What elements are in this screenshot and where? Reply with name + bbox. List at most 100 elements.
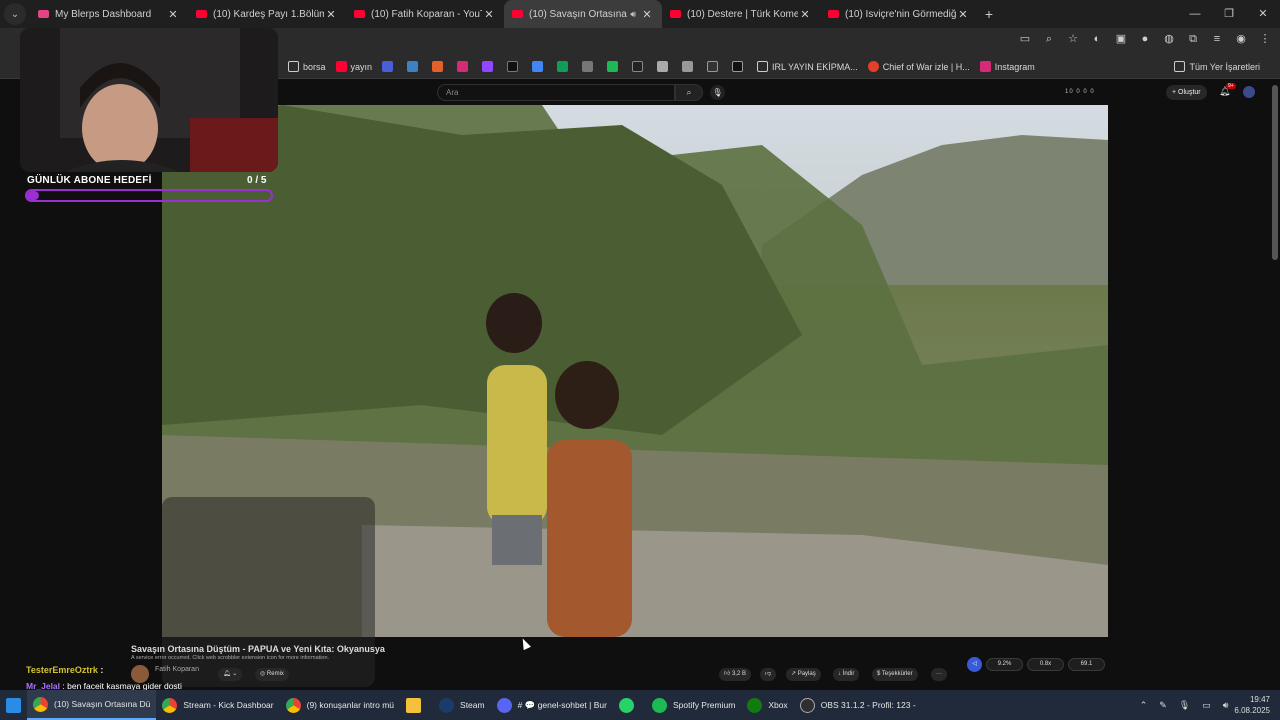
- chrome-icon: [162, 697, 178, 713]
- child-figure-1: [486, 293, 547, 565]
- zoom-icon[interactable]: ⌕: [1042, 32, 1056, 46]
- taskbar-item-chrome-2[interactable]: Stream - Kick Dashboar: [156, 690, 279, 720]
- chrome-icon: [285, 697, 301, 713]
- extension-error-text: A service error occurred. Click web scro…: [131, 655, 330, 661]
- search-input[interactable]: Ara: [437, 84, 675, 101]
- bookmark-x[interactable]: [507, 61, 522, 72]
- search-icon[interactable]: ⌕: [675, 84, 703, 101]
- taskbar-label: Stream - Kick Dashboar: [183, 700, 274, 710]
- bookmark-app-6[interactable]: [632, 61, 647, 72]
- bookmark-app-2[interactable]: [407, 61, 422, 72]
- bookmark-instagram-1[interactable]: [457, 61, 472, 72]
- tab-title: (10) Savaşın Ortasına Düştü: [529, 8, 630, 20]
- bookmark-docs[interactable]: [532, 61, 547, 72]
- close-icon[interactable]: ✕: [798, 8, 812, 21]
- browser-tab-kardes-payi[interactable]: (10) Kardeş Payı 1.Bölüm (Bipsiz ✕: [188, 0, 346, 28]
- taskbar-item-chrome-1[interactable]: (10) Savaşın Ortasına Dü: [27, 690, 157, 720]
- bookmark-app-10[interactable]: [732, 61, 747, 72]
- share-button[interactable]: ↗ Paylaş: [786, 668, 821, 681]
- bookmark-app-3[interactable]: [432, 61, 447, 72]
- taskbar-item-whatsapp[interactable]: [613, 690, 646, 720]
- browser-tab-isvicre[interactable]: (10) İsviçre'nin Görmediğiniz Yü ✕: [820, 0, 978, 28]
- taskbar-item-discord[interactable]: # 💬 genel-sohbet | Bur: [491, 690, 613, 720]
- like-button[interactable]: 👍︎ 3,2 B: [719, 668, 751, 681]
- taskbar-item-spotify[interactable]: Spotify Premium: [646, 690, 741, 720]
- cast-icon[interactable]: ▭: [1018, 32, 1032, 46]
- bell-icon[interactable]: 🔔︎ ⌄: [218, 668, 243, 681]
- display-icon[interactable]: ▭: [1202, 700, 1211, 711]
- microphone-icon[interactable]: 🎙︎: [710, 85, 725, 100]
- close-icon[interactable]: ✕: [324, 8, 338, 21]
- bookmark-irl-yayin[interactable]: IRL YAYIN EKİPMA...: [757, 61, 858, 72]
- bookmark-sheets[interactable]: [557, 61, 572, 72]
- extension-icon-3[interactable]: ●: [1138, 32, 1152, 46]
- dislike-button[interactable]: 👎︎: [760, 668, 777, 681]
- close-icon[interactable]: ✕: [482, 8, 496, 21]
- instagram-icon: [457, 61, 469, 72]
- taskbar-item-xbox[interactable]: Xbox: [741, 690, 793, 720]
- remix-label: Remix: [266, 671, 284, 677]
- clock[interactable]: 19:47 6.08.2025: [1234, 694, 1270, 716]
- pen-icon[interactable]: ✎: [1159, 700, 1167, 711]
- browser-tab-destere[interactable]: (10) Destere | Türk Komedi Filmi ✕: [662, 0, 820, 28]
- remix-button[interactable]: ◎ Remix: [255, 668, 289, 681]
- more-button[interactable]: ···: [931, 668, 947, 681]
- bookmark-app-5[interactable]: [607, 61, 622, 72]
- download-button[interactable]: ↓ İndir: [833, 668, 860, 681]
- youtube-icon: [828, 10, 839, 18]
- profile-icon[interactable]: ◉: [1234, 32, 1248, 46]
- media-icon[interactable]: ≡: [1210, 32, 1224, 46]
- start-button[interactable]: [0, 690, 27, 720]
- new-tab-button[interactable]: +: [978, 6, 1000, 22]
- browser-tab-blerps[interactable]: My Blerps Dashboard ✕: [30, 0, 188, 28]
- page-scrollbar[interactable]: [1272, 85, 1278, 260]
- volume-icon[interactable]: 🔊︎: [1223, 700, 1229, 711]
- close-window-icon[interactable]: ✕: [1246, 0, 1280, 28]
- extension-icon-2[interactable]: ▣: [1114, 32, 1128, 46]
- channel-name[interactable]: Fatih Koparan: [155, 666, 199, 673]
- taskbar-item-chrome-3[interactable]: (9) konuşanlar intro mü: [280, 690, 400, 720]
- bookmark-app-1[interactable]: [382, 61, 397, 72]
- create-button[interactable]: + Oluştur: [1166, 85, 1207, 100]
- star-icon[interactable]: ☆: [1066, 32, 1080, 46]
- steam-icon: [439, 697, 455, 713]
- bookmark-chief-of-war[interactable]: Chief of War izle | H...: [867, 61, 970, 72]
- extension-icon-1[interactable]: ◐: [1090, 32, 1104, 46]
- taskbar-item-steam[interactable]: Steam: [433, 690, 491, 720]
- discord-icon: [496, 697, 512, 713]
- spotify-icon: [651, 697, 667, 713]
- close-icon[interactable]: ✕: [640, 8, 654, 21]
- bookmark-twitch[interactable]: [482, 61, 497, 72]
- screen: ⌄ My Blerps Dashboard ✕ (10) Kardeş Payı…: [0, 0, 1280, 720]
- speaker-icon[interactable]: 🔊︎: [630, 9, 636, 20]
- goal-target: 5: [260, 175, 267, 186]
- taskbar-item-obs[interactable]: OBS 31.1.2 - Profil: 123 -: [794, 690, 922, 720]
- notification-badge: 9+: [1226, 83, 1236, 89]
- close-icon[interactable]: ✕: [166, 8, 180, 21]
- all-bookmarks-button[interactable]: Tüm Yer İşaretleri: [1174, 61, 1260, 72]
- puzzle-icon[interactable]: ⧉: [1186, 32, 1200, 46]
- chevron-up-icon[interactable]: ⌃: [1140, 700, 1148, 711]
- clock-time: 19:47: [1249, 695, 1270, 704]
- browser-tab-savasin-ortasina[interactable]: (10) Savaşın Ortasına Düştü 🔊︎ ✕: [504, 0, 662, 28]
- taskbar-item-explorer[interactable]: [400, 690, 433, 720]
- bookmark-app-7[interactable]: [657, 61, 672, 72]
- bookmark-borsa[interactable]: borsa: [288, 61, 326, 72]
- minimize-icon[interactable]: —: [1178, 0, 1212, 28]
- tab-search-button[interactable]: ⌄: [4, 3, 26, 25]
- stat-pill: 0.8x: [1027, 658, 1064, 671]
- bookmark-app-9[interactable]: [707, 61, 722, 72]
- thanks-button[interactable]: $ Teşekkürler: [872, 668, 918, 681]
- bookmark-app-8[interactable]: [682, 61, 697, 72]
- extension-icon-4[interactable]: ◍: [1162, 32, 1176, 46]
- bookmark-yayin[interactable]: yayın: [335, 61, 372, 72]
- app-icon-9: [707, 61, 719, 72]
- bookmark-app-4[interactable]: [582, 61, 597, 72]
- restore-icon[interactable]: ❐: [1212, 0, 1246, 28]
- close-icon[interactable]: ✕: [956, 8, 970, 21]
- avatar[interactable]: [1243, 86, 1255, 98]
- menu-icon[interactable]: ⋮: [1258, 32, 1272, 46]
- microphone-icon[interactable]: 🎙︎: [1179, 700, 1190, 711]
- bookmark-instagram[interactable]: Instagram: [979, 61, 1035, 72]
- browser-tab-fatih-koparan[interactable]: (10) Fatih Koparan - YouTube ✕: [346, 0, 504, 28]
